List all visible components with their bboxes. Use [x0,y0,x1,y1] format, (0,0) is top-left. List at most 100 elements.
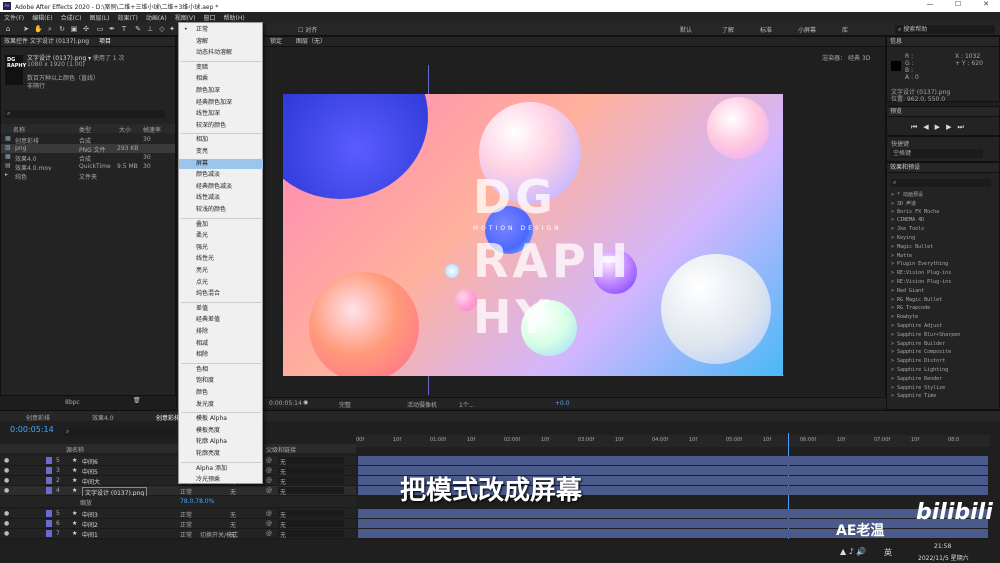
layer-parent-select[interactable]: 无 [278,510,344,519]
blend-mode-item[interactable]: 模板亮度 [179,426,263,436]
effects-category[interactable]: > * 动画预设 [891,191,923,198]
blend-mode-item[interactable]: 动态抖动溶解 [179,48,263,58]
bpc-label[interactable]: 8bpc [65,399,80,406]
blend-mode-item[interactable]: 正常 • [179,25,263,35]
layer-parent-select[interactable]: 无 [278,457,344,466]
pan-behind-tool-icon[interactable]: ✣ [82,25,90,33]
menu-5[interactable]: 动画(A) [142,13,171,22]
col-type[interactable]: 类型 [79,125,91,134]
brush-tool-icon[interactable]: ✎ [134,25,142,33]
exposure-value[interactable]: +0.0 [555,400,570,407]
layer-trkmat[interactable]: 无 [230,487,236,496]
pickwhip-icon[interactable]: @ [266,467,272,474]
project-item[interactable]: ▦ 效果4.0 合成 30 [1,153,175,163]
blend-mode-item[interactable]: 饱和度 [179,376,263,386]
blend-mode-item[interactable]: 经典颜色加深 [179,98,263,108]
maximize-button[interactable]: ☐ [944,0,972,8]
layer-name[interactable]: 中间5 [82,467,98,476]
effects-category[interactable]: > Sapphire Lighting [891,367,948,373]
blend-mode-item[interactable]: 色相 [179,365,263,375]
layer-name[interactable]: 中间1 [82,530,98,539]
pen-tool-icon[interactable]: ✒ [108,25,116,33]
blend-mode-item[interactable]: 线性加深 [179,109,263,119]
layer-parent-select[interactable]: 无 [278,520,344,529]
effects-category[interactable]: > RE:Vision Plug-ins [891,270,951,276]
blend-mode-item[interactable]: 相加 [179,135,263,145]
menu-4[interactable]: 效果(T) [114,13,142,22]
project-search-input[interactable]: ⌕ [5,110,165,118]
effects-category[interactable]: > 3D 声道 [891,200,916,207]
selection-tool-icon[interactable]: ➤ [22,25,30,33]
effects-category[interactable]: > Sapphire Adjust [891,323,942,329]
pickwhip-icon[interactable]: @ [266,457,272,464]
preview-transport-controls[interactable]: ⏮◀▶▶⏭ [911,123,970,132]
property-value[interactable]: 78.0,78.0% [180,498,214,505]
effects-category[interactable]: > Sapphire Blur+Sharpen [891,332,960,338]
layer-label-color[interactable] [46,477,52,484]
snap-checkbox[interactable]: ☐ 对齐 [298,25,317,34]
project-item[interactable]: ▨ png PNG 文件 293 KB [1,144,175,154]
layer-label-color[interactable] [46,510,52,517]
blend-mode-item[interactable]: 屏幕 [179,158,263,169]
viewer-lock-tab[interactable]: 锁定 [270,38,282,45]
workspace-standard[interactable]: 标准 [760,25,772,34]
layer-row[interactable]: ● 4 ★ 文字设计 (0137).png 正常无 @ 无 [0,486,356,498]
layer-mode[interactable]: 正常 [180,520,192,529]
workspace-default[interactable]: 默认 [680,25,692,34]
workspace-learn[interactable]: 了解 [722,25,734,34]
layer-label-color[interactable] [46,530,52,537]
timeline-tab-3[interactable]: 创意彩排 [156,413,180,422]
menu-8[interactable]: 帮助(H) [220,13,249,22]
visibility-eye-icon[interactable]: ● [4,487,9,494]
layer-row[interactable]: ● 5 ★ 中间3 正常 无 @ 无 [0,509,356,519]
blend-mode-item[interactable]: 溶解 [179,37,263,47]
blend-mode-item[interactable]: 亮光 [179,266,263,276]
pickwhip-icon[interactable]: @ [266,510,272,517]
effects-category[interactable]: > Sapphire Time [891,393,936,399]
layer-mode[interactable]: 正常 [180,487,192,496]
layer-name[interactable]: 中间2 [82,520,98,529]
quality-select[interactable]: 完整 [339,400,351,409]
layer-duration-bar[interactable] [358,519,988,528]
pickwhip-icon[interactable]: @ [266,477,272,484]
menu-6[interactable]: 视图(V) [171,13,200,22]
layer-label-color[interactable] [46,520,52,527]
type-tool-icon[interactable]: T [120,25,128,33]
viewer-layer-tab[interactable]: 图层（无） [296,38,326,45]
layer-trkmat[interactable]: 无 [230,520,236,529]
effects-category[interactable]: > RG Trapcode [891,305,930,311]
layer-duration-bar[interactable] [358,529,988,538]
effects-category[interactable]: > Keying [891,235,915,241]
visibility-eye-icon[interactable]: ● [4,530,9,537]
rectangle-tool-icon[interactable]: ▭ [96,25,104,33]
layer-name[interactable]: 中间6 [82,457,98,466]
effects-category[interactable]: > Plugin Everything [891,261,948,267]
tab-effect-controls[interactable]: 效果控件 文字设计 (0137).png [4,38,89,45]
visibility-eye-icon[interactable]: ● [4,477,9,484]
blend-mode-item[interactable]: 相减 [179,339,263,349]
project-item[interactable]: ▸ 纯色 文件夹 [1,171,175,181]
layer-mode[interactable]: 正常 [180,510,192,519]
blend-mode-item[interactable]: 冷光预乘 [179,475,263,485]
layer-name[interactable]: 中间大 [82,477,100,486]
menu-3[interactable]: 图层(L) [86,13,114,22]
tab-project[interactable]: 项目 [99,38,111,45]
col-size[interactable]: 大小 [119,125,131,134]
layer-row[interactable]: ● 7 ★ 中间1 正常无 @ 无 [0,529,356,539]
close-button[interactable]: ✕ [972,0,1000,8]
blend-mode-item[interactable]: 发光度 [179,400,263,410]
effects-category[interactable]: > RE:Vision Plug-ins [891,279,951,285]
help-search-input[interactable]: ⌕ 搜索帮助 [895,25,995,34]
blend-mode-item[interactable]: 较深的颜色 [179,121,263,131]
camera-snapshot-icon[interactable]: ◉ [303,399,308,406]
layer-parent-select[interactable]: 无 [278,530,344,539]
effects-search-input[interactable]: ⌕ [891,179,991,187]
effects-category[interactable]: > Boris FX Mocha [891,209,939,215]
blend-mode-item[interactable]: 叠加 [179,220,263,230]
home-icon[interactable]: ⌂ [4,25,12,33]
blend-mode-item[interactable]: 颜色 [179,388,263,398]
timeline-tab-1[interactable]: 创意彩排 [26,413,50,422]
layer-mode[interactable]: 正常 [180,530,192,539]
roto-tool-icon[interactable]: ✦ [168,25,176,33]
blend-mode-item[interactable]: 变暗 [179,63,263,73]
